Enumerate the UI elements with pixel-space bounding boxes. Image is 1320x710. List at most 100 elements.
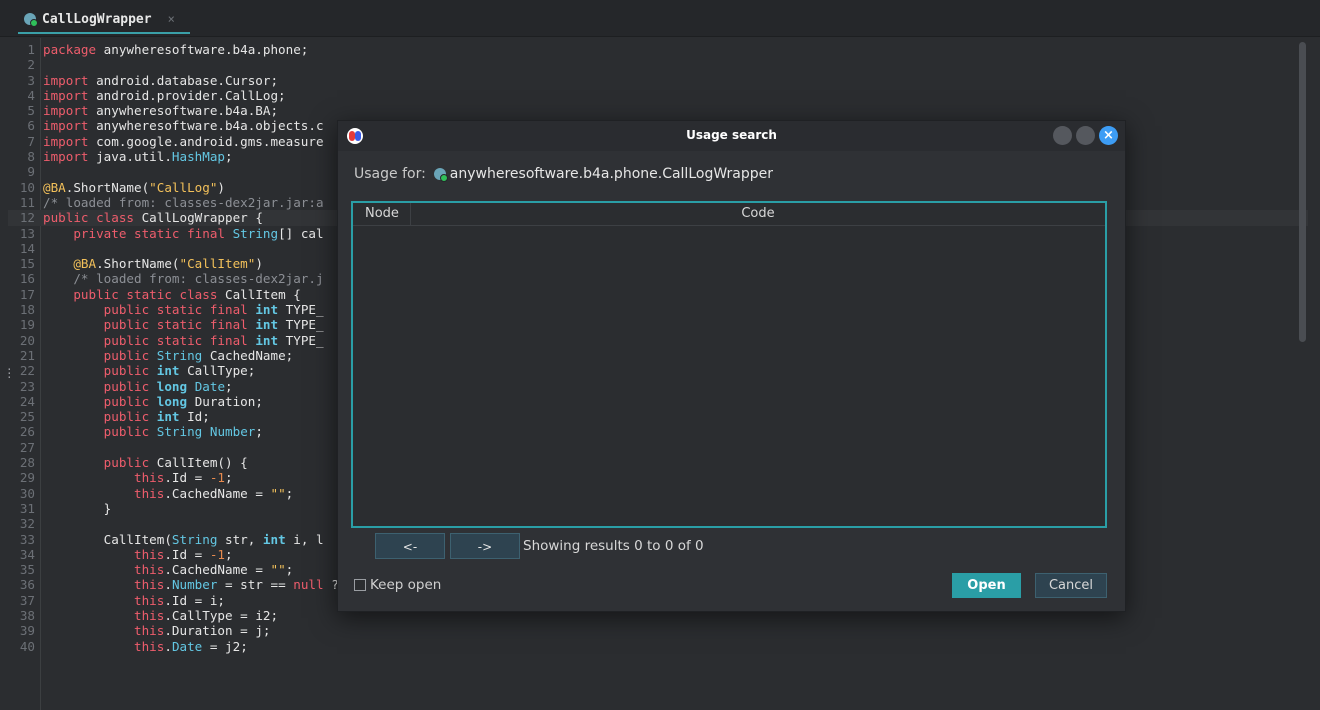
line-number: 20: [19, 332, 35, 348]
code-token: TYPE_: [278, 302, 324, 318]
code-token: .CachedName =: [164, 562, 271, 578]
code-token: anywheresoftware.b4a.objects.c: [88, 118, 324, 134]
code-token: /* loaded from: classes-dex2jar.jar:a: [43, 194, 324, 210]
editor-tab-bar: CallLogWrapper ×: [0, 0, 1320, 37]
code-token: public static class: [73, 286, 218, 302]
line-number: 3: [27, 72, 35, 88]
code-token: this: [134, 592, 165, 608]
code-line[interactable]: 2: [8, 57, 1308, 72]
code-token: "": [270, 562, 286, 578]
usage-target-class: anywheresoftware.b4a.phone.CallLogWrappe…: [449, 166, 774, 182]
code-token: -1: [209, 470, 226, 486]
next-page-button[interactable]: ->: [450, 533, 520, 559]
column-header-node[interactable]: Node: [353, 203, 411, 225]
keep-open-checkbox[interactable]: [354, 579, 366, 591]
tab-calllogwrapper[interactable]: CallLogWrapper ×: [18, 6, 190, 34]
results-table[interactable]: Node Code: [351, 201, 1107, 528]
code-line[interactable]: 1 package anywheresoftware.b4a.phone;: [8, 42, 1308, 57]
dialog-titlebar[interactable]: Usage search ×: [338, 121, 1125, 151]
code-token: public static final: [103, 317, 248, 333]
usage-for-label: Usage for:: [354, 166, 426, 182]
code-token: ): [217, 179, 225, 195]
minimize-button[interactable]: [1053, 126, 1072, 145]
code-token: private static final: [73, 225, 225, 241]
tab-title: CallLogWrapper: [42, 11, 152, 27]
code-token: import: [43, 133, 89, 149]
line-number: 1: [27, 42, 35, 57]
class-icon: [433, 168, 448, 182]
line-number: 40: [19, 638, 35, 654]
code-token: long: [156, 393, 188, 409]
code-token: this: [134, 577, 165, 593]
code-token: i, l: [285, 531, 324, 547]
code-token: long: [156, 378, 188, 394]
code-token: TYPE_: [278, 332, 324, 348]
line-number: 4: [27, 87, 35, 103]
line-number: 15: [19, 256, 35, 272]
code-token: android.database.Cursor;: [88, 72, 279, 88]
code-token: public: [103, 455, 150, 471]
line-number: 24: [19, 393, 35, 409]
cancel-button[interactable]: Cancel: [1035, 573, 1107, 598]
code-token: import: [43, 118, 89, 134]
code-token: public: [103, 409, 150, 425]
code-line[interactable]: 4 import android.provider.CallLog;: [8, 88, 1308, 103]
code-token: this: [134, 638, 165, 654]
usage-search-dialog: Usage search × Usage for: anywheresoftwa…: [337, 120, 1126, 612]
line-number: 34: [19, 546, 35, 562]
code-token: ;: [255, 424, 263, 440]
maximize-button[interactable]: [1076, 126, 1095, 145]
code-token: Id;: [179, 409, 210, 425]
code-line[interactable]: 39 this.Duration = j;: [8, 623, 1308, 638]
code-line[interactable]: 5 import anywheresoftware.b4a.BA;: [8, 103, 1308, 118]
line-number: 28: [19, 455, 35, 471]
code-token: anywheresoftware.b4a.phone;: [96, 42, 309, 57]
line-number: 36: [19, 577, 35, 593]
line-number: 32: [19, 516, 35, 532]
code-token: Duration;: [187, 393, 263, 409]
code-token: this: [134, 546, 165, 562]
code-token: public: [103, 393, 150, 409]
code-token: TYPE_: [278, 317, 324, 333]
column-header-code[interactable]: Code: [411, 203, 1105, 225]
open-button[interactable]: Open: [952, 573, 1021, 598]
keep-open-label: Keep open: [370, 577, 442, 593]
class-icon: [24, 13, 38, 27]
line-number: 14: [19, 240, 35, 256]
code-token: import: [43, 87, 89, 103]
line-number: 18: [19, 302, 35, 318]
code-token: import: [43, 72, 89, 88]
code-token: ;: [225, 546, 233, 562]
close-icon[interactable]: ×: [168, 12, 175, 26]
previous-page-button[interactable]: <-: [375, 533, 445, 559]
keep-open-option[interactable]: Keep open: [354, 577, 441, 593]
line-number: 5: [27, 103, 35, 119]
code-token: .CallType = i2;: [164, 607, 279, 623]
close-button[interactable]: ×: [1099, 126, 1118, 145]
line-number: 11: [19, 194, 35, 210]
line-number: 9: [27, 164, 35, 180]
code-line[interactable]: 3 import android.database.Cursor;: [8, 73, 1308, 88]
code-token: .ShortName(: [96, 256, 180, 272]
code-token: this: [134, 623, 165, 639]
code-line[interactable]: 40 this.Date = j2;: [8, 639, 1308, 654]
code-token: String: [156, 347, 203, 363]
drag-handle-icon[interactable]: · · ·: [6, 364, 13, 383]
vertical-scrollbar[interactable]: [1299, 42, 1306, 342]
code-token: .Id =: [164, 470, 210, 486]
line-number: 25: [19, 409, 35, 425]
code-token: CallItem(: [43, 531, 172, 547]
code-token: import: [43, 103, 89, 119]
